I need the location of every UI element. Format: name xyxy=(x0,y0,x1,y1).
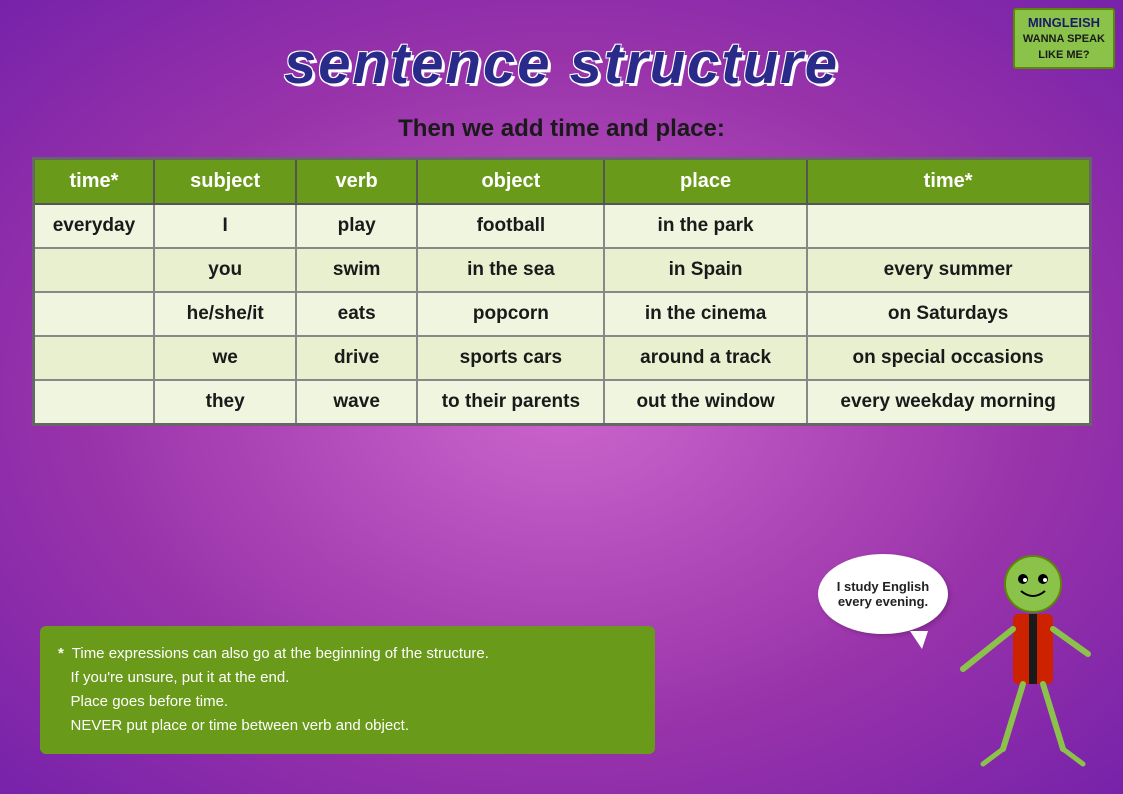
header-place: place xyxy=(604,159,806,205)
page-title: sentence structure xyxy=(0,0,1123,97)
table-cell: on Saturdays xyxy=(807,292,1090,336)
table-cell: around a track xyxy=(604,336,806,380)
header-subject: subject xyxy=(154,159,296,205)
table-cell: in the cinema xyxy=(604,292,806,336)
table-cell: football xyxy=(417,204,604,248)
table-cell: we xyxy=(154,336,296,380)
table-cell xyxy=(33,248,154,292)
table-cell: out the window xyxy=(604,380,806,425)
table-cell xyxy=(33,292,154,336)
table-cell: swim xyxy=(296,248,417,292)
table-cell: drive xyxy=(296,336,417,380)
table-row: everydayIplayfootballin the park xyxy=(33,204,1090,248)
sentence-structure-table: time* subject verb object place time* ev… xyxy=(32,157,1092,426)
table-cell: on special occasions xyxy=(807,336,1090,380)
note-box: * Time expressions can also go at the be… xyxy=(40,626,655,754)
table-cell: everyday xyxy=(33,204,154,248)
table-row: theywaveto their parentsout the windowev… xyxy=(33,380,1090,425)
logo-line3: LIKE ME? xyxy=(1023,48,1105,63)
table-cell: I xyxy=(154,204,296,248)
asterisk-symbol: * xyxy=(58,645,64,662)
table-cell: you xyxy=(154,248,296,292)
header-time-right: time* xyxy=(807,159,1090,205)
table-cell: he/she/it xyxy=(154,292,296,336)
table-cell: in Spain xyxy=(604,248,806,292)
speech-bubble: I study English every evening. xyxy=(818,554,948,634)
table-cell: to their parents xyxy=(417,380,604,425)
stick-figure xyxy=(933,549,1103,774)
table-row: youswimin the seain Spainevery summer xyxy=(33,248,1090,292)
speech-bubble-text: I study English every evening. xyxy=(826,579,940,609)
table-cell xyxy=(33,336,154,380)
table-cell: they xyxy=(154,380,296,425)
logo: MINGLEISH WANNA SPEAK LIKE ME? xyxy=(1013,8,1115,69)
logo-line2: WANNA SPEAK xyxy=(1023,32,1105,47)
table-row: wedrivesports carsaround a trackon speci… xyxy=(33,336,1090,380)
table-cell: popcorn xyxy=(417,292,604,336)
header-time-left: time* xyxy=(33,159,154,205)
table-cell: eats xyxy=(296,292,417,336)
subtitle: Then we add time and place: xyxy=(0,115,1123,143)
header-verb: verb xyxy=(296,159,417,205)
table-cell: in the park xyxy=(604,204,806,248)
table-cell xyxy=(33,380,154,425)
table-cell: in the sea xyxy=(417,248,604,292)
main-table-wrapper: time* subject verb object place time* ev… xyxy=(32,157,1092,426)
table-row: he/she/iteatspopcornin the cinemaon Satu… xyxy=(33,292,1090,336)
table-cell: wave xyxy=(296,380,417,425)
table-cell: play xyxy=(296,204,417,248)
logo-brand: MINGLEISH xyxy=(1023,14,1105,32)
table-cell: every summer xyxy=(807,248,1090,292)
table-cell: every weekday morning xyxy=(807,380,1090,425)
table-cell xyxy=(807,204,1090,248)
header-object: object xyxy=(417,159,604,205)
note-text: Time expressions can also go at the begi… xyxy=(58,645,489,734)
table-cell: sports cars xyxy=(417,336,604,380)
